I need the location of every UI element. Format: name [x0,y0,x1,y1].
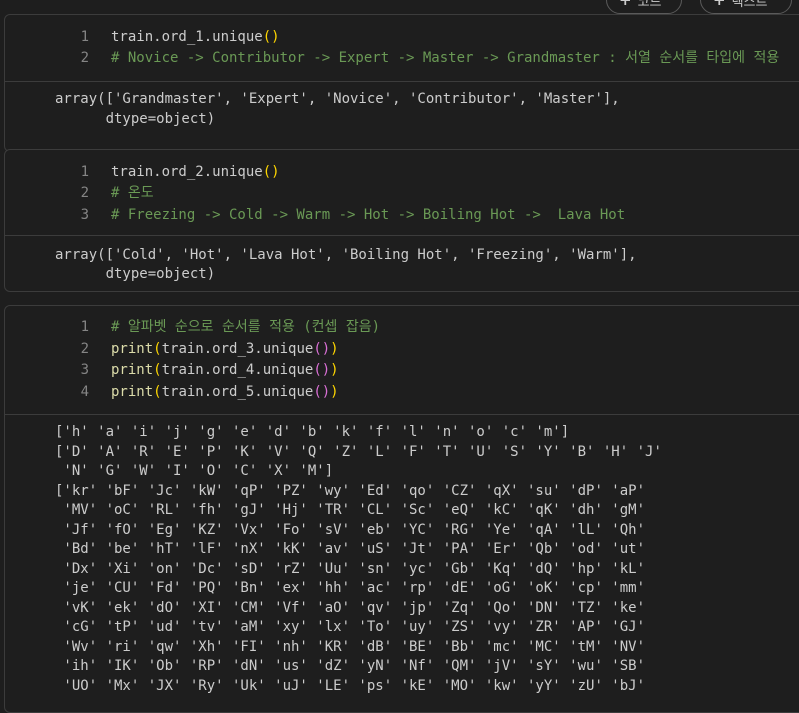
output-line: 'MV' 'oC' 'RL' 'fh' 'gJ' 'Hj' 'TR' 'CL' … [55,502,646,518]
add-text-label: 텍스트 [731,0,768,10]
line-number: 1 [80,29,89,45]
line-number: 2 [80,185,89,201]
output-line: dtype=object) [55,266,216,282]
output-line: 'je' 'CU' 'Fd' 'PQ' 'Bn' 'ex' 'hh' 'ac' … [55,580,646,596]
code-text: print(train.ord_4.unique()) [111,362,339,378]
output-line: 'Wv' 'ri' 'qw' 'Xh' 'FI' 'nh' 'KR' 'dB' … [55,638,646,655]
output-line: 'Jf' 'fO' 'Eg' 'KZ' 'Vx' 'Fo' 'sV' 'eb' … [55,521,646,538]
code-cell[interactable]: 1 train.ord_2.unique() 2 # 온도 3 # Freezing ->… [4,149,799,292]
code-text: print(train.ord_5.unique()) [111,384,339,400]
output-line: array(['Grandmaster', 'Expert', 'Novice'… [55,91,620,107]
code-text: train.ord_2.unique() [111,164,280,180]
code-line: 2 # Novice -> Contributor -> Expert -> Ma… [5,48,799,69]
cell-output: array(['Grandmaster', 'Expert', 'Novice'… [5,82,799,151]
plus-icon: + [713,0,726,9]
line-number: 1 [80,319,89,335]
code-cell[interactable]: 1 train.ord_1.unique() 2 # Novice -> Contri… [4,14,799,152]
output-line: 'Bd' 'be' 'hT' 'lF' 'nX' 'kK' 'av' 'uS' … [55,541,646,557]
output-line: 'vK' 'ek' 'dO' 'XI' 'CM' 'Vf' 'aO' 'qv' … [55,599,646,616]
code-line: 3 print(train.ord_4.unique()) [5,360,799,381]
code-line: 4 print(train.ord_5.unique()) [5,382,799,403]
cell-output: array(['Cold', 'Hot', 'Lava Hot', 'Boili… [5,236,799,291]
line-number: 3 [80,207,89,223]
line-number: 2 [80,341,89,357]
code-line: 3 # Freezing -> Cold -> Warm -> Hot -> Bo… [5,205,799,226]
cell-output: ['h' 'a' 'i' 'j' 'g' 'e' 'd' 'b' 'k' 'f'… [5,415,799,712]
code-line: 1 train.ord_1.unique() [5,27,799,48]
code-text: print(train.ord_3.unique()) [111,341,339,357]
output-line: 'Dx' 'Xi' 'on' 'Dc' 'sD' 'rZ' 'Uu' 'sn' … [55,560,646,577]
output-line: 'N' 'G' 'W' 'I' 'O' 'C' 'X' 'M'] [55,463,334,479]
output-line: ['kr' 'bF' 'Jc' 'kW' 'qP' 'PZ' 'wy' 'Ed'… [55,482,646,499]
code-cell[interactable]: 1 # 알파벳 순으로 순서를 적용 (컨셉 잡음) 2 print(train.or… [4,305,799,713]
code-text: train.ord_1.unique() [111,29,280,45]
line-number: 4 [80,384,89,400]
output-line: ['h' 'a' 'i' 'j' 'g' 'e' 'd' 'b' 'k' 'f'… [55,424,570,440]
add-text-button[interactable]: + 텍스트 [700,0,792,14]
line-number: 1 [80,164,89,180]
code-line: 2 # 온도 [5,183,799,204]
code-editor[interactable]: 1 # 알파벳 순으로 순서를 적용 (컨셉 잡음) 2 print(train.or… [5,306,799,415]
add-code-label: 코드 [637,0,662,10]
output-line: dtype=object) [55,111,216,127]
code-text: # 알파벳 순으로 순서를 적용 (컨셉 잡음) [111,319,381,335]
code-text: # Novice -> Contributor -> Expert -> Mas… [111,50,780,66]
add-code-button[interactable]: + 코드 [606,0,682,14]
code-editor[interactable]: 1 train.ord_1.unique() 2 # Novice -> Contri… [5,15,799,82]
code-line: 2 print(train.ord_3.unique()) [5,339,799,360]
output-line: 'UO' 'Mx' 'JX' 'Ry' 'Uk' 'uJ' 'LE' 'ps' … [55,677,646,694]
line-number: 3 [80,362,89,378]
toolbar: + 코드 + 텍스트 [606,0,792,14]
output-line: ['D' 'A' 'R' 'E' 'P' 'K' 'V' 'Q' 'Z' 'L'… [55,443,662,460]
output-line: 'cG' 'tP' 'ud' 'tv' 'aM' 'xy' 'lx' 'To' … [55,619,646,635]
code-editor[interactable]: 1 train.ord_2.unique() 2 # 온도 3 # Freezing ->… [5,150,799,236]
plus-icon: + [619,0,632,9]
output-line: 'ih' 'IK' 'Ob' 'RP' 'dN' 'us' 'dZ' 'yN' … [55,658,646,674]
code-text: # Freezing -> Cold -> Warm -> Hot -> Boi… [111,207,626,223]
output-line: array(['Cold', 'Hot', 'Lava Hot', 'Boili… [55,247,637,263]
code-line: 1 # 알파벳 순으로 순서를 적용 (컨셉 잡음) [5,317,799,338]
code-line: 1 train.ord_2.unique() [5,162,799,183]
code-text: # 온도 [111,185,154,201]
line-number: 2 [80,50,89,66]
